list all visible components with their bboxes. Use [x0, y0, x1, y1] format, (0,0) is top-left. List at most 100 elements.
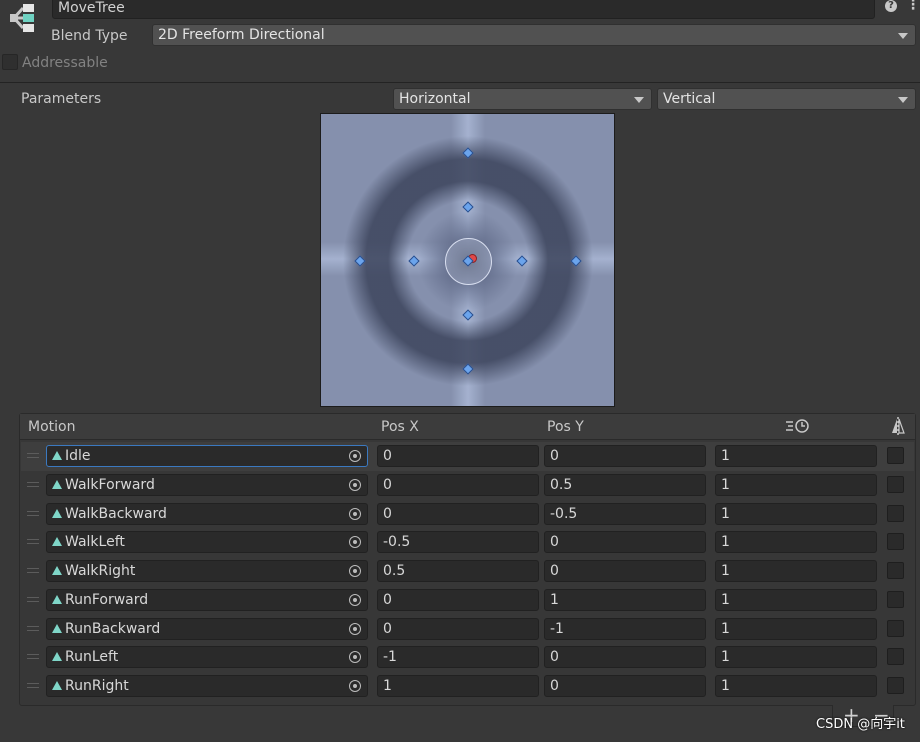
name-field[interactable]: MoveTree	[52, 0, 875, 19]
time-scale-field[interactable]: 1	[715, 473, 877, 496]
pos-x-field[interactable]: 0	[377, 473, 539, 496]
pos-x-field[interactable]: -1	[377, 646, 539, 669]
pos-x-field[interactable]: 0.5	[377, 560, 539, 582]
object-picker-icon[interactable]	[349, 507, 361, 520]
motion-field[interactable]: WalkBackward	[46, 502, 368, 525]
pos-x-field[interactable]: 0	[377, 502, 539, 525]
motion-point[interactable]	[462, 147, 474, 159]
motion-field[interactable]: WalkForward	[46, 473, 368, 496]
table-row[interactable]: WalkLeft -0.5 0 1	[21, 528, 914, 557]
drag-handle-icon[interactable]	[27, 567, 39, 574]
object-picker-icon[interactable]	[349, 680, 361, 692]
time-scale-field[interactable]: 1	[715, 588, 877, 611]
object-picker-icon[interactable]	[349, 651, 361, 664]
motion-field[interactable]: RunBackward	[46, 617, 368, 640]
table-row[interactable]: Idle 0 0 1	[21, 442, 914, 471]
drag-handle-icon[interactable]	[27, 538, 39, 545]
pos-y-field[interactable]: 0.5	[544, 473, 706, 496]
mirror-toggle[interactable]	[887, 562, 904, 579]
table-row[interactable]: WalkRight 0.5 0 1	[21, 557, 914, 586]
mirror-toggle[interactable]	[887, 619, 904, 637]
animation-clip-icon	[52, 623, 62, 633]
pos-y-field[interactable]: 0	[544, 646, 706, 669]
animation-clip-icon	[52, 479, 62, 489]
pos-x-field[interactable]: 0	[377, 588, 539, 611]
drag-handle-icon[interactable]	[27, 481, 39, 488]
object-picker-icon[interactable]	[349, 593, 361, 606]
motion-point[interactable]	[516, 255, 528, 267]
object-picker-icon[interactable]	[349, 478, 361, 491]
motion-name: RunBackward	[65, 620, 161, 637]
motion-field[interactable]: WalkLeft	[46, 531, 368, 554]
watermark: CSDN @向宇it	[816, 717, 905, 732]
motion-point[interactable]	[462, 309, 474, 321]
motion-point[interactable]	[570, 255, 582, 267]
drag-handle-icon[interactable]	[27, 596, 39, 603]
animation-clip-icon	[52, 451, 62, 460]
pos-x-field[interactable]: -0.5	[377, 531, 539, 554]
table-row[interactable]: RunBackward 0 -1 1	[21, 615, 914, 644]
mirror-toggle[interactable]	[887, 504, 904, 522]
pos-y-field[interactable]: 0	[544, 560, 706, 582]
object-picker-icon[interactable]	[349, 536, 361, 549]
section-divider	[0, 82, 920, 83]
mirror-toggle[interactable]	[887, 447, 904, 464]
motion-field[interactable]: WalkRight	[46, 560, 368, 582]
horizontal-parameter-dropdown[interactable]: Horizontal	[393, 88, 652, 110]
vertical-parameter-dropdown[interactable]: Vertical	[657, 88, 916, 110]
object-picker-icon[interactable]	[349, 450, 361, 462]
blend-type-dropdown[interactable]: 2D Freeform Directional	[152, 24, 916, 46]
pos-y-field[interactable]: 0	[544, 445, 706, 467]
blend-space-graph[interactable]	[320, 113, 615, 407]
time-scale-field[interactable]: 1	[715, 617, 877, 640]
time-scale-field[interactable]: 1	[715, 502, 877, 525]
time-scale-field[interactable]: 1	[715, 675, 877, 697]
time-scale-field[interactable]: 1	[715, 445, 877, 467]
pos-x-field[interactable]: 0	[377, 445, 539, 467]
mirror-toggle[interactable]	[887, 533, 904, 551]
mirror-toggle[interactable]	[887, 648, 904, 666]
motion-field[interactable]: RunLeft	[46, 646, 368, 669]
pos-y-field[interactable]: 0	[544, 675, 706, 697]
mirror-toggle[interactable]	[887, 677, 904, 694]
motion-point[interactable]	[462, 363, 474, 375]
addressable-checkbox[interactable]	[2, 54, 18, 70]
time-scale-field[interactable]: 1	[715, 646, 877, 669]
motion-field[interactable]: RunRight	[46, 675, 368, 697]
mirror-toggle[interactable]	[887, 475, 904, 493]
table-row[interactable]: RunLeft -1 0 1	[21, 643, 914, 672]
pos-y-field[interactable]: -1	[544, 617, 706, 640]
pos-y-field[interactable]: 0	[544, 531, 706, 554]
drag-handle-icon[interactable]	[27, 625, 39, 632]
blend-type-value: 2D Freeform Directional	[158, 27, 325, 43]
more-options-icon[interactable]: ⋮	[906, 0, 920, 13]
motion-name: WalkBackward	[65, 505, 167, 522]
animation-clip-icon	[52, 681, 62, 690]
vertical-parameter-value: Vertical	[663, 91, 716, 107]
object-picker-icon[interactable]	[349, 622, 361, 635]
motion-field[interactable]: Idle	[46, 445, 368, 467]
time-scale-field[interactable]: 1	[715, 560, 877, 582]
drag-handle-icon[interactable]	[27, 510, 39, 517]
table-row[interactable]: RunForward 0 1 1	[21, 586, 914, 615]
motion-field[interactable]: RunForward	[46, 588, 368, 611]
table-row[interactable]: RunRight 1 0 1	[21, 672, 914, 701]
table-row[interactable]: WalkBackward 0 -0.5 1	[21, 500, 914, 529]
addressable-label: Addressable	[22, 55, 108, 71]
pos-y-field[interactable]: 1	[544, 588, 706, 611]
drag-handle-icon[interactable]	[27, 653, 39, 660]
time-scale-field[interactable]: 1	[715, 531, 877, 554]
motion-point[interactable]	[408, 255, 420, 267]
help-icon[interactable]: ?	[885, 0, 897, 12]
pos-y-field[interactable]: -0.5	[544, 502, 706, 525]
motion-point[interactable]	[354, 255, 366, 267]
mirror-toggle[interactable]	[887, 590, 904, 608]
pos-x-field[interactable]: 0	[377, 617, 539, 640]
table-row[interactable]: WalkForward 0 0.5 1	[21, 471, 914, 500]
drag-handle-icon[interactable]	[27, 682, 39, 689]
drag-handle-icon[interactable]	[27, 452, 39, 459]
animation-clip-icon	[52, 594, 62, 604]
object-picker-icon[interactable]	[349, 565, 361, 577]
motion-point[interactable]	[462, 201, 474, 213]
pos-x-field[interactable]: 1	[377, 675, 539, 697]
